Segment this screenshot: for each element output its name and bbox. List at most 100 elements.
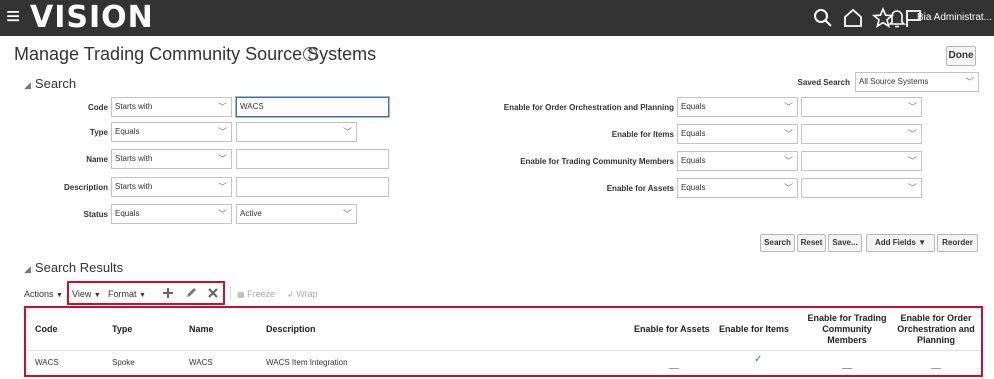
tcm-operator-value: Equals [681, 156, 706, 165]
name-input[interactable] [236, 149, 389, 169]
code-operator-select[interactable]: Starts with ﹀ [111, 97, 232, 117]
name-label: Name [86, 155, 108, 164]
add-fields-button[interactable]: Add Fields ▼ [866, 234, 935, 252]
type-operator-value: Equals [115, 127, 140, 136]
column-header-code[interactable]: Code [35, 324, 58, 334]
freeze-icon: ▦ [237, 290, 245, 299]
saved-search-select[interactable]: All Source Systems ﹀ [855, 72, 979, 92]
wrap-label: Wrap [296, 289, 318, 299]
type-operator-select[interactable]: Equals ﹀ [111, 122, 232, 142]
description-operator-select[interactable]: Starts with ﹀ [111, 177, 232, 197]
items-label: Enable for Items [611, 130, 674, 139]
assets-operator-select[interactable]: Equals ﹀ [677, 178, 798, 198]
oo-header-line-1: Enable for Order [900, 313, 972, 323]
search-section-header[interactable]: ◢ Search [24, 76, 76, 91]
cell-assets-unchecked [669, 368, 679, 369]
assets-operator-value: Equals [681, 183, 706, 192]
name-operator-select[interactable]: Starts with ﹀ [111, 149, 232, 169]
chevron-down-icon: ﹀ [783, 102, 793, 112]
chevron-down-icon: ﹀ [964, 77, 974, 87]
items-operator-select[interactable]: Equals ﹀ [677, 124, 798, 144]
status-operator-select[interactable]: Equals ﹀ [111, 204, 232, 224]
actions-menu[interactable]: Actions ▼ [24, 289, 63, 299]
type-value-select[interactable]: ﹀ [236, 122, 357, 142]
actions-label: Actions [24, 289, 54, 299]
items-value-select[interactable]: ﹀ [801, 124, 922, 144]
status-value-select[interactable]: Active ﹀ [236, 204, 357, 224]
freeze-label: Freeze [247, 289, 276, 299]
collapse-triangle-icon: ◢ [24, 80, 31, 90]
chevron-down-icon: ﹀ [907, 156, 917, 166]
chevron-down-icon: ﹀ [907, 102, 917, 112]
cell-order-orch-unchecked [931, 368, 941, 369]
column-header-enable-order-orchestration[interactable]: Enable for Order Orchestration and Plann… [889, 313, 983, 346]
column-header-description[interactable]: Description [266, 324, 316, 334]
order-orchestration-label: Enable for Order Orchestration and Plann… [503, 103, 674, 112]
oo-header-line-3: Planning [917, 335, 955, 345]
freeze-button[interactable]: ▦ Freeze [237, 289, 275, 299]
results-table: Code Type Name Description Enable for As… [24, 306, 983, 377]
saved-search-label: Saved Search [797, 78, 850, 87]
status-label: Status [83, 210, 108, 219]
tcm-value-select[interactable]: ﹀ [801, 151, 922, 171]
status-operator-value: Equals [115, 209, 140, 218]
reorder-button[interactable]: Reorder [937, 234, 978, 252]
page-title: Manage Trading Community Source Systems [14, 44, 377, 64]
user-menu[interactable]: Bia Administrat... [917, 12, 992, 23]
column-header-enable-items[interactable]: Enable for Items [719, 324, 789, 334]
chevron-down-icon: ﹀ [783, 129, 793, 139]
results-section-header[interactable]: ◢ Search Results [24, 260, 123, 275]
tcm-operator-select[interactable]: Equals ﹀ [677, 151, 798, 171]
save-search-button[interactable]: Save... [828, 234, 862, 252]
bell-icon[interactable] [886, 7, 908, 29]
code-input[interactable]: WACS [236, 97, 389, 117]
code-label: Code [88, 103, 108, 112]
description-input[interactable] [236, 177, 389, 197]
chevron-down-icon: ﹀ [217, 154, 227, 164]
dropdown-arrow-icon: ▼ [56, 292, 63, 299]
add-fields-label: Add Fields [874, 238, 916, 247]
navigator-menu-icon[interactable]: ≡ [6, 4, 20, 30]
dropdown-arrow-icon: ▼ [918, 238, 927, 247]
chevron-down-icon: ﹀ [783, 183, 793, 193]
saved-search-value: All Source Systems [859, 77, 929, 86]
chevron-down-icon: ﹀ [907, 129, 917, 139]
column-header-enable-assets[interactable]: Enable for Assets [634, 324, 710, 334]
code-operator-value: Starts with [115, 102, 153, 111]
toolbar-highlight-box [67, 281, 225, 305]
cell-tcm-unchecked [842, 368, 852, 369]
done-button[interactable]: Done [946, 46, 976, 66]
table-row[interactable]: WACS Spoke WACS WACS Item Integration ✓ [26, 351, 981, 375]
cell-name: WACS [189, 358, 213, 367]
type-label: Type [89, 128, 108, 137]
tcm-header-line-3: Members [827, 335, 867, 345]
order-orchestration-value-select[interactable]: ﹀ [801, 97, 922, 117]
wrap-icon: ↲ [287, 290, 294, 299]
chevron-down-icon: ﹀ [217, 127, 227, 137]
search-button[interactable]: Search [760, 234, 795, 252]
search-icon[interactable] [812, 7, 834, 29]
home-icon[interactable] [842, 7, 864, 29]
chevron-down-icon: ﹀ [217, 209, 227, 219]
items-operator-value: Equals [681, 129, 706, 138]
tcm-header-line-1: Enable for Trading [807, 313, 887, 323]
assets-value-select[interactable]: ﹀ [801, 178, 922, 198]
wrap-button[interactable]: ↲ Wrap [287, 289, 318, 299]
chevron-down-icon: ﹀ [342, 127, 352, 137]
results-heading: Search Results [34, 260, 124, 275]
chevron-down-icon: ﹀ [907, 183, 917, 193]
search-heading: Search [34, 76, 77, 91]
column-header-name[interactable]: Name [189, 324, 214, 334]
help-icon[interactable]: ? [303, 47, 317, 61]
assets-label: Enable for Assets [606, 184, 674, 193]
app-logo[interactable]: VISION [30, 1, 154, 35]
order-orchestration-operator-value: Equals [681, 102, 706, 111]
column-header-enable-tcm[interactable]: Enable for Trading Community Members [800, 313, 894, 346]
order-orchestration-operator-select[interactable]: Equals ﹀ [677, 97, 798, 117]
oo-header-line-2: Orchestration and [897, 324, 975, 334]
column-header-type[interactable]: Type [112, 324, 132, 334]
reset-button[interactable]: Reset [797, 234, 826, 252]
toolbar-divider [230, 286, 231, 300]
collapse-triangle-icon: ◢ [24, 264, 31, 274]
name-operator-value: Starts with [115, 154, 153, 163]
